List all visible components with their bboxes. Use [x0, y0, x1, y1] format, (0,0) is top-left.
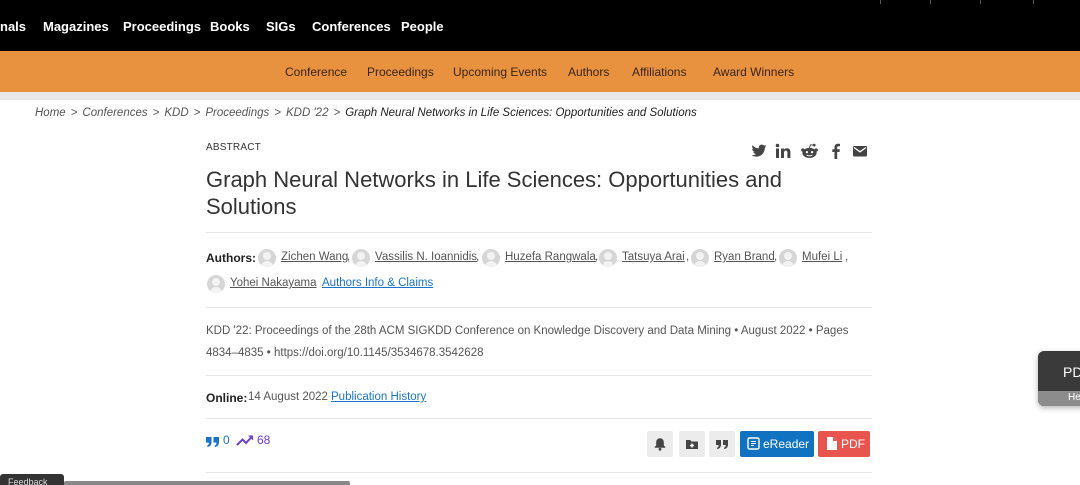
file-pdf-icon	[826, 437, 837, 453]
nav-shadow-bar	[0, 92, 1080, 100]
sub-nav-proceedings[interactable]: Proceedings	[367, 65, 434, 79]
nav-divider	[930, 0, 931, 4]
floating-pdf-widget[interactable]: PD He	[1038, 351, 1080, 406]
sub-nav-award-winners[interactable]: Award Winners	[713, 65, 794, 79]
top-nav-conferences[interactable]: Conferences	[312, 19, 391, 34]
author-item[interactable]: Vassilis N. Ioannidis,	[352, 249, 480, 269]
floating-pdf-label: PD	[1063, 364, 1080, 380]
online-date: 14 August 2022	[248, 391, 328, 403]
online-label: Online:	[206, 391, 248, 405]
ereader-button[interactable]: eReader	[740, 431, 814, 457]
top-nav-journals[interactable]: nals	[0, 19, 26, 34]
author-item[interactable]: Tatsuya Arai,	[599, 249, 689, 269]
publication-history-link[interactable]: Publication History	[331, 391, 426, 403]
add-to-binder-button[interactable]	[679, 431, 705, 457]
pdf-label: PDF	[841, 437, 865, 451]
floating-help-band: He	[1038, 391, 1080, 406]
avatar	[352, 249, 370, 267]
author-name[interactable]: Yohei Nakayama	[230, 277, 317, 289]
breadcrumb-proceedings[interactable]: Proceedings	[205, 107, 269, 119]
breadcrumb: Home > Conferences > KDD > Proceedings > KDD '22…	[35, 107, 697, 119]
author-separator: ,	[595, 251, 599, 263]
author-name[interactable]: Huzefa Rangwala	[505, 251, 596, 263]
nav-divider	[880, 0, 881, 4]
author-separator: ,	[347, 251, 351, 263]
divider	[206, 307, 872, 308]
author-name[interactable]: Mufei Li	[802, 251, 842, 263]
top-nav-magazines[interactable]: Magazines	[43, 19, 109, 34]
cite-button[interactable]	[709, 431, 735, 457]
conference-sub-nav: Conference Proceedings Upcoming Events A…	[0, 51, 1080, 92]
top-nav: nals Magazines Proceedings Books SIGs Co…	[0, 0, 1080, 51]
divider	[206, 418, 872, 419]
reddit-icon[interactable]	[800, 143, 819, 159]
linkedin-icon[interactable]	[775, 143, 791, 159]
divider	[206, 375, 872, 376]
breadcrumb-home[interactable]: Home	[35, 107, 66, 119]
alert-button[interactable]	[647, 431, 673, 457]
author-item[interactable]: Ryan Brand,	[691, 249, 778, 269]
publication-info: KDD '22: Proceedings of the 28th ACM SIG…	[206, 320, 866, 364]
facebook-icon[interactable]	[828, 143, 844, 159]
avatar	[207, 275, 225, 293]
divider	[206, 472, 872, 473]
breadcrumb-separator: >	[193, 107, 201, 119]
avatar	[779, 249, 797, 267]
article-type-label: ABSTRACT	[206, 142, 261, 153]
author-name[interactable]: Vassilis N. Ioannidis	[375, 251, 477, 263]
twitter-icon[interactable]	[751, 143, 767, 159]
sub-nav-affiliations[interactable]: Affiliations	[632, 65, 686, 79]
ereader-icon	[747, 437, 760, 453]
sub-nav-upcoming-events[interactable]: Upcoming Events	[453, 65, 547, 79]
author-item[interactable]: Zichen Wang,	[258, 249, 350, 269]
publication-info-line: KDD '22: Proceedings of the 28th ACM SIG…	[206, 325, 849, 337]
author-item[interactable]: Yohei Nakayama	[207, 275, 319, 295]
author-separator: ,	[476, 251, 480, 263]
authors-info-claims-link[interactable]: Authors Info & Claims	[322, 277, 433, 289]
breadcrumb-separator: >	[333, 107, 341, 119]
author-separator: ,	[774, 251, 778, 263]
ereader-label: eReader	[763, 437, 810, 451]
breadcrumb-kdd[interactable]: KDD	[164, 107, 188, 119]
author-name[interactable]: Ryan Brand	[714, 251, 775, 263]
avatar	[691, 249, 709, 267]
author-item[interactable]: Huzefa Rangwala,	[482, 249, 598, 269]
top-nav-sigs[interactable]: SIGs	[266, 19, 296, 34]
top-nav-books[interactable]: Books	[210, 19, 250, 34]
author-separator: ,	[845, 251, 849, 263]
article-title: Graph Neural Networks in Life Sciences: …	[206, 167, 782, 219]
horizontal-scrollbar[interactable]	[64, 481, 350, 485]
divider	[206, 232, 872, 233]
breadcrumb-kdd22[interactable]: KDD '22	[286, 107, 328, 119]
sub-nav-conference[interactable]: Conference	[285, 65, 347, 79]
avatar	[482, 249, 500, 267]
feedback-tab[interactable]: Feedback	[0, 474, 64, 485]
citation-count[interactable]: 0	[223, 433, 230, 447]
nav-divider	[980, 0, 981, 4]
breadcrumb-current: Graph Neural Networks in Life Sciences: …	[345, 107, 697, 119]
author-item[interactable]: Mufei Li,	[779, 249, 849, 269]
author-separator: ,	[686, 251, 690, 263]
email-icon[interactable]	[852, 143, 868, 159]
authors-label: Authors:	[206, 251, 256, 265]
avatar	[258, 249, 276, 267]
trending-up-icon	[236, 433, 254, 452]
top-nav-people[interactable]: People	[401, 19, 444, 34]
avatar	[599, 249, 617, 267]
breadcrumb-separator: >	[70, 107, 78, 119]
floating-help-label: He	[1068, 392, 1080, 403]
publication-info-line: 4834–4835 • https://doi.org/10.1145/3534…	[206, 347, 484, 359]
download-count[interactable]: 68	[257, 433, 270, 447]
feedback-label: Feedback	[8, 477, 48, 485]
breadcrumb-conferences[interactable]: Conferences	[82, 107, 147, 119]
citation-quote-icon	[206, 434, 220, 452]
sub-nav-authors[interactable]: Authors	[568, 65, 609, 79]
breadcrumb-separator: >	[274, 107, 281, 119]
top-nav-proceedings[interactable]: Proceedings	[123, 19, 201, 34]
nav-divider	[1033, 0, 1034, 4]
author-name[interactable]: Tatsuya Arai	[622, 251, 685, 263]
author-name[interactable]: Zichen Wang	[281, 251, 348, 263]
pdf-button[interactable]: PDF	[818, 431, 870, 457]
breadcrumb-separator: >	[152, 107, 160, 119]
